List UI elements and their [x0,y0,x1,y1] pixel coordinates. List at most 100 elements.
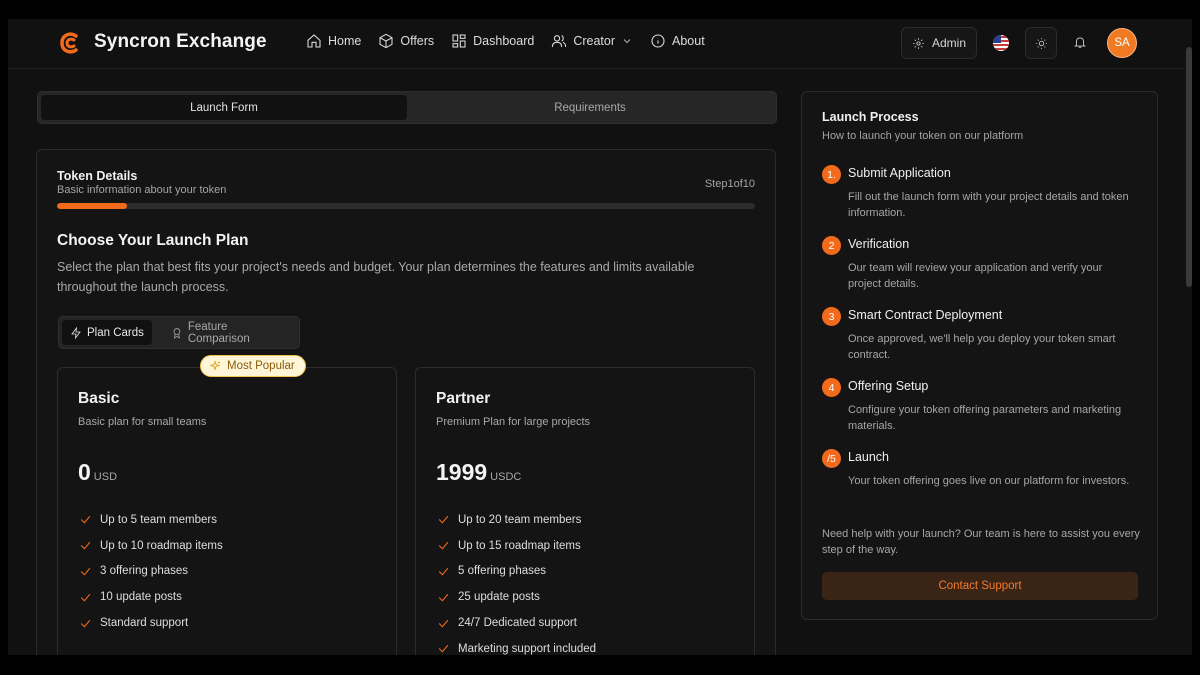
step-description: Configure your token offering parameters… [848,404,1122,432]
lightning-icon [71,326,81,339]
admin-button[interactable]: Admin [900,27,977,59]
list-item: Up to 5 team members [79,507,223,533]
us-flag-icon[interactable] [993,35,1009,51]
list-item: 3 offering phases [79,559,223,585]
check-icon [438,645,449,653]
step-description: Once approved, we'll help you deploy you… [848,333,1116,361]
plan-currency: USD [93,471,118,483]
feature-label: 3 offering phases [100,565,189,578]
list-item: Marketing support included [437,636,596,655]
step-title: Launch [848,450,890,464]
plan-card-partner[interactable]: Partner Premium Plan for large projects … [415,367,755,655]
main-nav: Home Offers Dashboard Creator About [306,33,722,49]
feature-label: 5 offering phases [458,565,547,578]
nav-about[interactable]: About [650,33,705,49]
help-text: Need help with your launch? Our team is … [822,528,1140,556]
check-icon [438,593,449,602]
tab-launch-form[interactable]: Launch Form [41,95,407,120]
process-step: /5 Launch Your token offering goes live … [822,449,1142,520]
nav-creator[interactable]: Creator [551,33,633,49]
process-steps: 1. Submit Application Fill out the launc… [822,165,1142,520]
check-icon [438,542,449,550]
tab-requirements[interactable]: Requirements [407,95,773,120]
check-icon [80,567,91,576]
info-icon [651,34,665,48]
award-icon [173,327,181,339]
form-tabs: Launch Form Requirements [37,91,777,124]
nav-home-label: Home [328,34,362,48]
step-number: 3 [822,307,841,326]
nav-about-label: About [672,34,705,48]
feature-label: Up to 5 team members [100,513,217,526]
nav-creator-label: Creator [573,34,615,48]
most-popular-badge: Most Popular [200,355,306,377]
step-number: 4 [822,378,841,397]
grid-icon [452,34,466,48]
badge-label: Most Popular [227,360,295,372]
contact-support-button[interactable]: Contact Support [822,572,1138,600]
list-item: Up to 15 roadmap items [437,533,596,559]
feature-label: 25 update posts [458,591,540,604]
step-title: Smart Contract Deployment [848,308,1003,322]
feature-label: Up to 10 roadmap items [100,539,223,552]
step-description: Your token offering goes live on our pla… [848,475,1130,487]
header-actions: Admin SA [900,27,1137,59]
brand-name[interactable]: Syncron Exchange [94,31,267,53]
check-icon [80,619,91,628]
feature-label: Marketing support included [458,642,597,655]
sparkles-icon [210,360,221,371]
app-window: Syncron Exchange Home Offers Dashboard C… [8,19,1192,655]
step-description: Our team will review your application an… [848,262,1103,290]
feature-label: 10 update posts [100,591,182,604]
plan-section-description: Select the plan that best fits your proj… [57,260,695,294]
theme-toggle-button[interactable] [1025,27,1057,59]
box-icon [379,33,393,49]
step-title: Verification [848,237,910,251]
process-step: 1. Submit Application Fill out the launc… [822,165,1142,236]
feature-label: 24/7 Dedicated support [458,617,577,630]
plan-price: 1999 USDC [436,459,521,486]
brand-logo-icon[interactable] [58,31,82,55]
nav-home[interactable]: Home [306,33,361,49]
step-indicator: Step1of10 [704,178,755,190]
process-step: 2 Verification Our team will review your… [822,236,1142,307]
list-item: Up to 10 roadmap items [79,533,223,559]
user-avatar[interactable]: SA [1107,28,1137,58]
sun-icon [1035,37,1047,49]
plan-name: Partner [436,390,491,407]
plan-feature-list: Up to 20 team members Up to 15 roadmap i… [437,507,596,655]
nav-offers[interactable]: Offers [378,33,434,49]
plan-section-title: Choose Your Launch Plan [57,232,249,249]
feature-label: Up to 15 roadmap items [458,539,581,552]
list-item: 24/7 Dedicated support [437,610,596,636]
process-subtitle: How to launch your token on our platform [822,130,1024,142]
feature-comparison-label: Feature Comparison [187,320,250,345]
page-scrollbar[interactable] [1186,47,1192,287]
launch-process-panel: Launch Process How to launch your token … [801,91,1158,620]
list-item: Standard support [79,610,223,636]
plan-cards-toggle[interactable]: Plan Cards [62,320,152,345]
check-icon [80,516,91,524]
top-navbar: Syncron Exchange Home Offers Dashboard C… [8,19,1184,69]
token-details-subtitle: Basic information about your token [57,184,227,196]
home-icon [307,34,321,48]
chevron-down-icon [623,39,631,44]
nav-dashboard[interactable]: Dashboard [451,33,534,49]
step-number: /5 [822,449,841,468]
notifications-button[interactable] [1073,35,1089,51]
check-icon [438,516,449,524]
plan-price-value: 1999 [436,459,488,485]
step-description: Fill out the launch form with your proje… [848,191,1129,219]
users-icon [552,35,567,48]
list-item: Up to 20 team members [437,507,596,533]
plan-description: Basic plan for small teams [78,416,207,428]
plan-card-basic[interactable]: Basic Basic plan for small teams 0 USD Up… [57,367,397,655]
check-icon [438,567,449,576]
feature-label: Up to 20 team members [458,513,582,526]
nav-offers-label: Offers [400,34,435,48]
plan-price-value: 0 [78,459,91,485]
check-icon [80,542,91,550]
step-title: Submit Application [848,166,951,180]
list-item: 10 update posts [79,584,223,610]
feature-comparison-toggle[interactable]: Feature Comparison [163,320,299,345]
